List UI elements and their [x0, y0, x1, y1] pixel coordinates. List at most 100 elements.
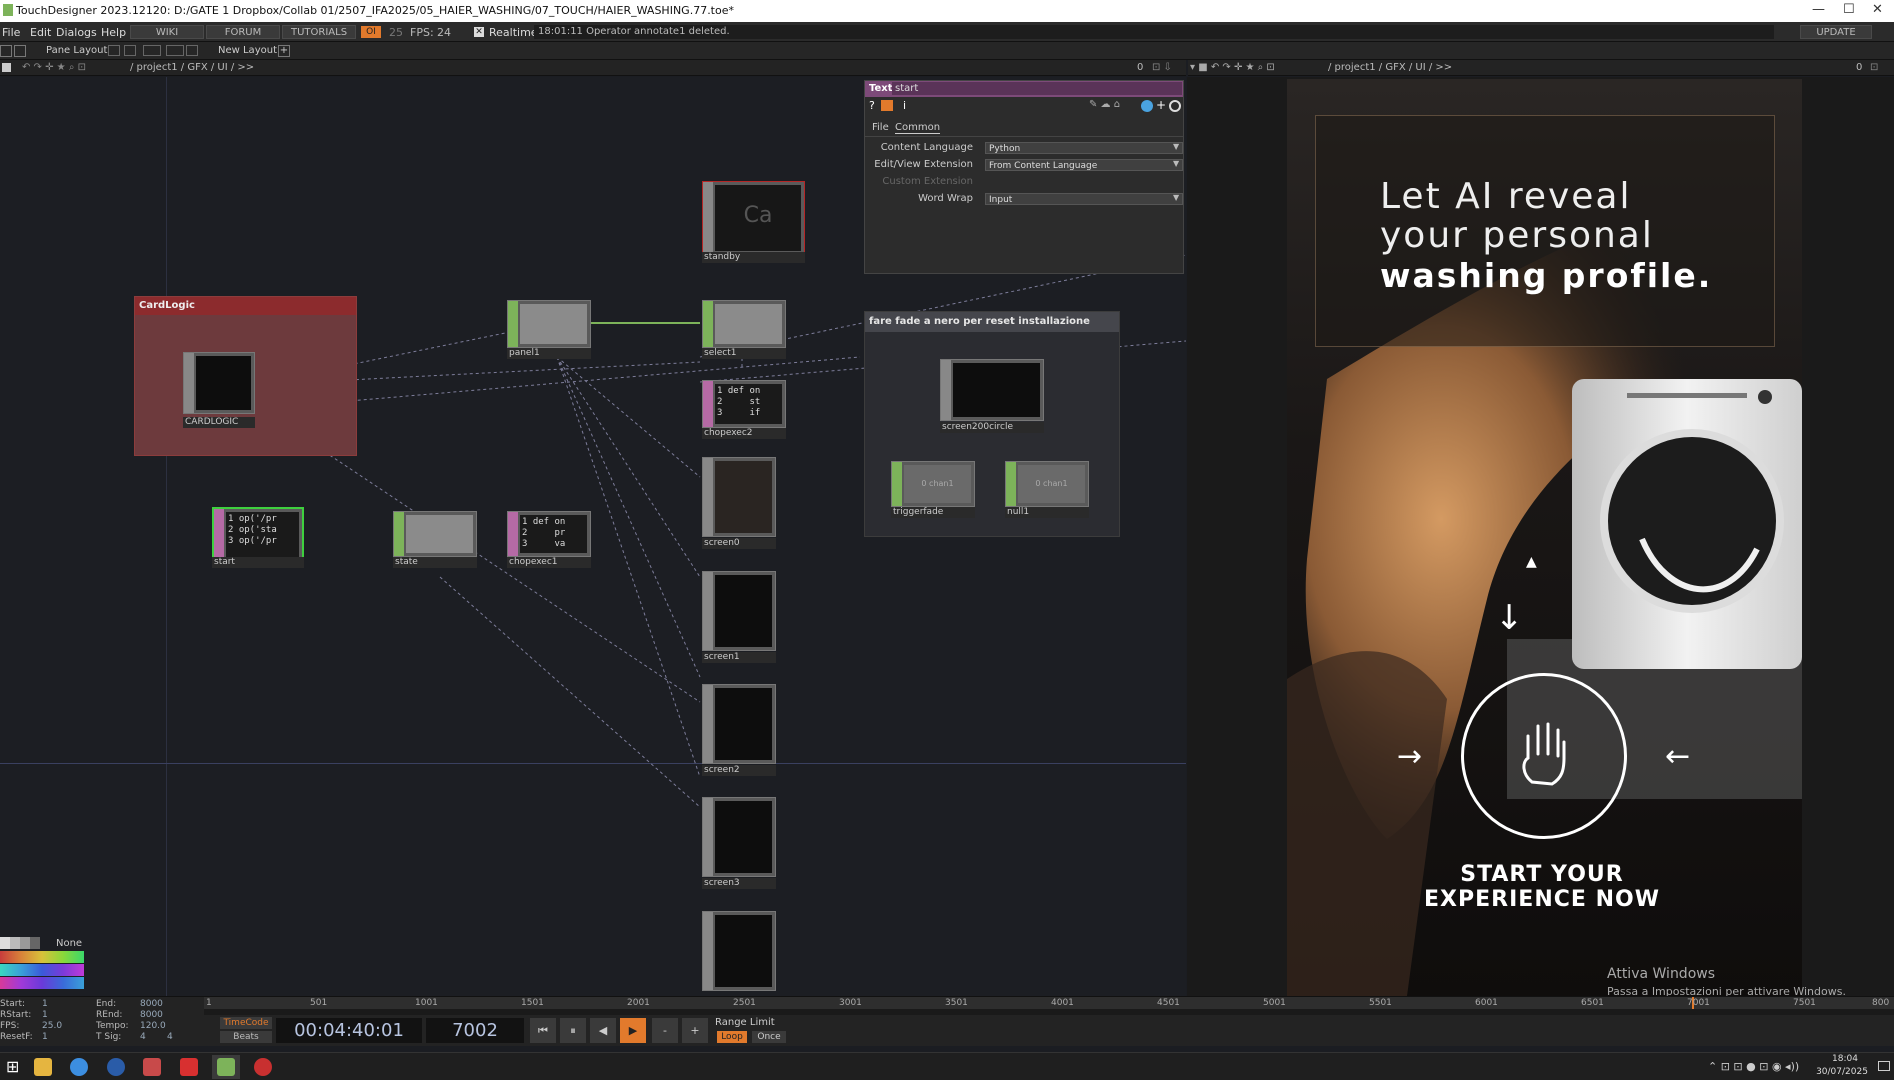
once-toggle[interactable]: Once: [752, 1031, 786, 1043]
chopexec1-node[interactable]: 1 def on 2 pr 3 va: [507, 511, 591, 557]
range-limit-label: Range Limit: [715, 1017, 775, 1028]
viewer-nav-icons[interactable]: ▾ ■ ↶ ↷ ✛ ★ ⌕ ⊡: [1190, 62, 1275, 73]
chrome-icon[interactable]: [70, 1058, 88, 1076]
menu-file[interactable]: File: [2, 26, 20, 39]
headline-line-3: washing profile.: [1380, 256, 1713, 295]
split-icon[interactable]: [14, 45, 26, 57]
layout-preset-3[interactable]: [143, 45, 161, 56]
menu-edit[interactable]: Edit: [30, 26, 51, 39]
app-icon-4[interactable]: [180, 1058, 198, 1076]
stop-icon[interactable]: [2, 63, 11, 72]
viewer-path[interactable]: / project1 / GFX / UI / >>: [1328, 62, 1452, 73]
app-icon-3[interactable]: [143, 1058, 161, 1076]
window-title: TouchDesigner 2023.12120: D:/GATE 1 Drop…: [16, 4, 734, 17]
rewind-button[interactable]: ⏮: [530, 1018, 556, 1043]
select1-node[interactable]: [702, 300, 786, 348]
timecode-display[interactable]: 00:04:40:01: [276, 1018, 422, 1043]
title-bar: TouchDesigner 2023.12120: D:/GATE 1 Drop…: [0, 0, 1894, 22]
layout-preset-5[interactable]: [186, 45, 198, 56]
close-icon[interactable]: ✕: [1872, 2, 1883, 17]
screen2-node[interactable]: [702, 684, 776, 764]
info-icon[interactable]: i: [903, 99, 906, 112]
chopexec2-label: chopexec2: [702, 428, 786, 439]
step-back-button[interactable]: -: [652, 1018, 678, 1043]
help-icon[interactable]: ?: [869, 99, 875, 112]
color-icon[interactable]: [1141, 100, 1153, 112]
timecode-toggle[interactable]: TimeCode: [220, 1017, 272, 1029]
minimize-icon[interactable]: —: [1812, 2, 1825, 17]
screen1-node[interactable]: [702, 571, 776, 651]
beats-toggle[interactable]: Beats: [220, 1031, 272, 1043]
forum-button[interactable]: FORUM: [206, 25, 280, 39]
wiki-button[interactable]: WIKI: [130, 25, 204, 39]
tick-6501: 6501: [1581, 998, 1604, 1008]
nav-icons[interactable]: ↶ ↷ ✛ ★ ⌕ ⊡: [22, 62, 86, 73]
screen200circle-node[interactable]: [940, 359, 1044, 421]
add-layout-icon[interactable]: +: [278, 45, 290, 57]
chevron-down-icon: ▼: [1173, 193, 1180, 202]
tab-common[interactable]: Common: [895, 122, 941, 134]
notification-icon[interactable]: [1878, 1061, 1890, 1071]
tab-file[interactable]: File: [872, 122, 889, 133]
param-tool-icons[interactable]: ✎ ☁ ⌂: [1089, 99, 1120, 110]
chopexec2-node[interactable]: 1 def on 2 st 3 if: [702, 380, 786, 428]
realtime-checkbox[interactable]: ✕: [474, 27, 484, 37]
add-icon[interactable]: +: [1156, 98, 1166, 112]
layout-preset-4[interactable]: [166, 45, 184, 56]
time-ruler[interactable]: [204, 997, 1894, 1009]
pane-menu-icons[interactable]: ⊡ ⇩: [1152, 62, 1172, 73]
new-layout-label[interactable]: New Layout: [218, 45, 277, 56]
oi-badge[interactable]: OI: [361, 26, 381, 38]
param-label-edit-view-extension: Edit/View Extension: [874, 159, 973, 170]
menu-dialogs[interactable]: Dialogs: [56, 26, 97, 39]
screen3-node[interactable]: [702, 797, 776, 877]
triggerfade-node[interactable]: 0 chan1: [891, 461, 975, 507]
time-slider-track[interactable]: [204, 1009, 1894, 1015]
word-wrap-dropdown[interactable]: Input: [985, 193, 1183, 205]
layout-preset-2[interactable]: [124, 45, 136, 56]
touchdesigner-icon[interactable]: [217, 1058, 235, 1076]
app-icon-5[interactable]: [254, 1058, 272, 1076]
standby-node[interactable]: Ca: [702, 181, 805, 255]
screen0-node[interactable]: [702, 457, 776, 537]
clock-time[interactable]: 18:04: [1820, 1054, 1870, 1064]
play-reverse-button[interactable]: ◀: [590, 1018, 616, 1043]
frame-display[interactable]: 7002: [426, 1018, 524, 1043]
maximize-icon[interactable]: ☐: [1843, 2, 1855, 17]
screen2-label: screen2: [702, 765, 776, 776]
layout-icon[interactable]: [0, 45, 12, 57]
menu-help[interactable]: Help: [101, 26, 126, 39]
windows-start-icon[interactable]: ⊞: [6, 1058, 24, 1076]
network-path[interactable]: / project1 / GFX / UI / >>: [130, 62, 254, 73]
app-icon-2[interactable]: [107, 1058, 125, 1076]
cardlogic-annotation[interactable]: CardLogic CARDLOGIC: [134, 296, 357, 456]
state-node[interactable]: [393, 511, 477, 557]
fps-value: 24: [437, 26, 451, 39]
palette-none[interactable]: None: [56, 938, 82, 949]
op-name-field[interactable]: start: [892, 82, 1182, 95]
target-icon[interactable]: [1169, 100, 1181, 112]
content-language-dropdown[interactable]: Python: [985, 142, 1183, 154]
annotate-box[interactable]: fare fade a nero per reset installazione…: [864, 311, 1120, 537]
color-palette[interactable]: None: [0, 937, 84, 997]
viewer-pane-icon[interactable]: ⊡: [1870, 62, 1878, 73]
file-explorer-icon[interactable]: [34, 1058, 52, 1076]
pause-button[interactable]: ⏸: [560, 1018, 586, 1043]
start-node[interactable]: 1 op('/pr 2 op('sta 3 op('/pr: [212, 507, 304, 563]
clock-date[interactable]: 30/07/2025: [1810, 1067, 1874, 1077]
null1-node[interactable]: 0 chan1: [1005, 461, 1089, 507]
python-icon[interactable]: [881, 100, 893, 111]
play-button[interactable]: ▶: [620, 1018, 646, 1043]
step-forward-button[interactable]: +: [682, 1018, 708, 1043]
tick-1001: 1001: [415, 998, 438, 1008]
screen4-node[interactable]: [702, 911, 776, 991]
cardlogic-node[interactable]: [183, 352, 255, 414]
loop-toggle[interactable]: Loop: [717, 1031, 747, 1043]
tutorials-button[interactable]: TUTORIALS: [282, 25, 356, 39]
system-tray-icons[interactable]: ⌃ ⊡ ⊡ ● ⊡ ◉ ◂)): [1708, 1060, 1799, 1073]
edit-view-extension-dropdown[interactable]: From Content Language: [985, 159, 1183, 171]
panel1-node[interactable]: [507, 300, 591, 348]
update-button[interactable]: UPDATE: [1800, 25, 1872, 39]
layout-preset-1[interactable]: [108, 45, 120, 56]
start-code: 1 op('/pr 2 op('sta 3 op('/pr: [226, 512, 299, 558]
